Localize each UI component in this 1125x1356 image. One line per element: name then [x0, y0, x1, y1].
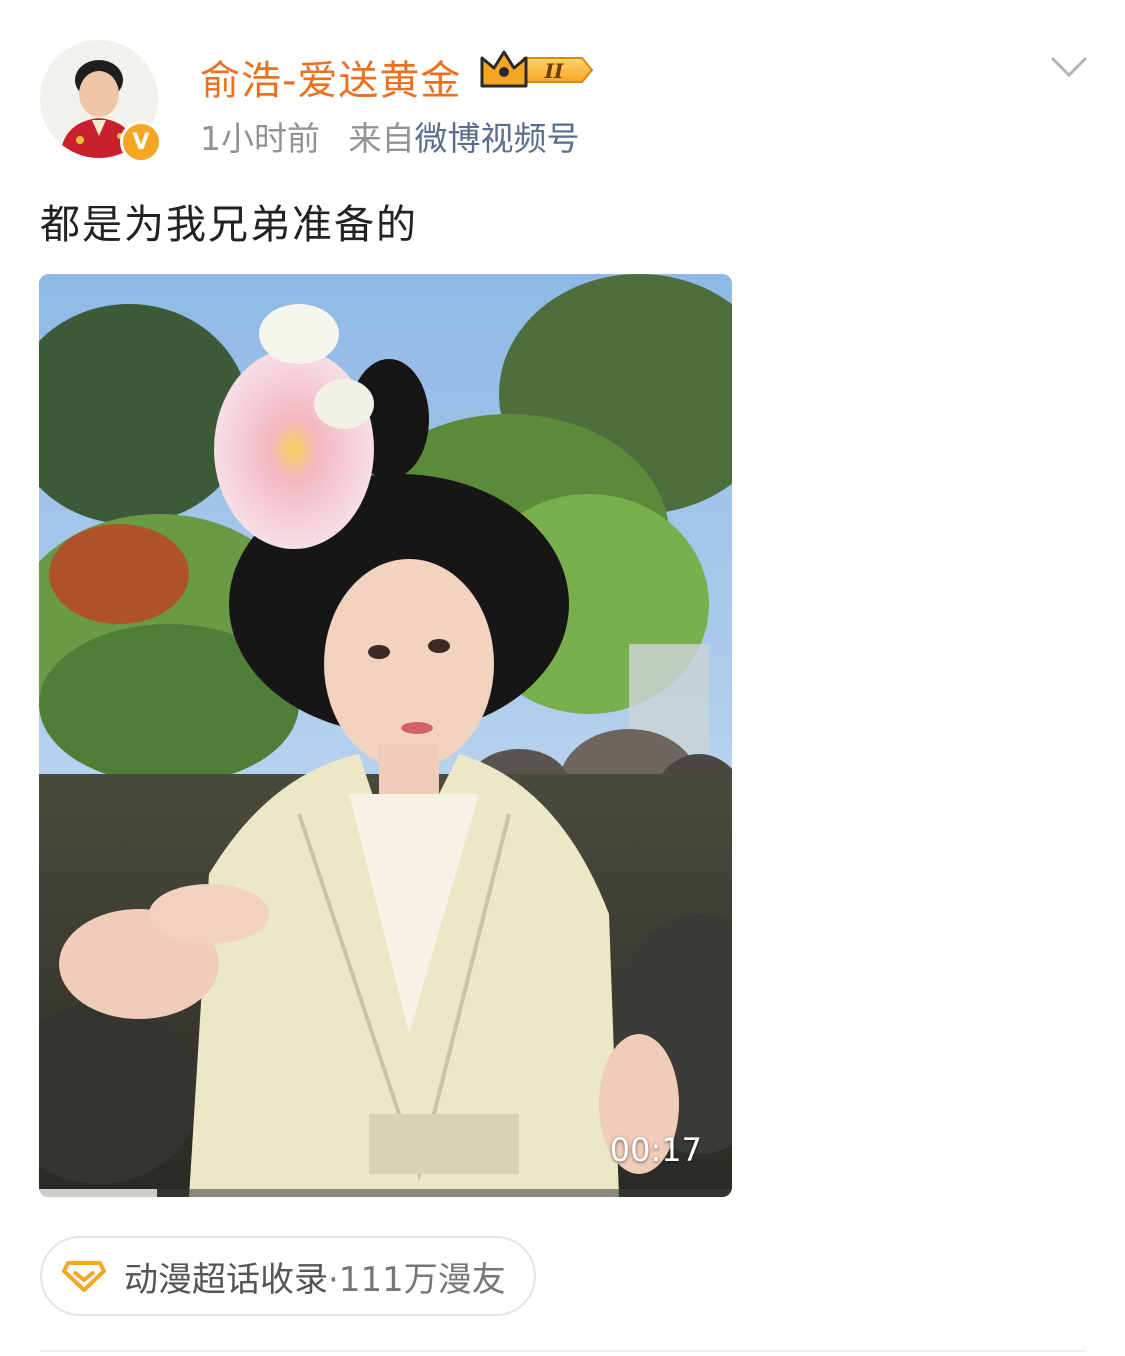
weibo-post: V 俞浩-爱送黄金 II 1小时前 来自微博视频号 都是为我兄弟准备的 00:1… — [0, 0, 1125, 1356]
video-progress-fill — [39, 1189, 157, 1197]
video-thumbnail — [39, 274, 732, 1197]
post-time: 1小时前 — [200, 119, 320, 158]
source-link[interactable]: 微博视频号 — [415, 119, 580, 158]
topic-count: ·111万漫友 — [328, 1259, 506, 1300]
source-prefix: 来自 — [348, 119, 415, 158]
video-progress-bar[interactable] — [39, 1189, 732, 1197]
divider — [40, 1350, 1085, 1352]
badge-level: II — [544, 59, 564, 83]
video-player[interactable]: 00:17 — [39, 274, 732, 1197]
diamond-icon — [62, 1261, 106, 1292]
verified-icon: V — [120, 121, 162, 163]
vip-crown-badge-icon[interactable]: II — [478, 46, 596, 94]
topic-pill[interactable]: 动漫超话收录 ·111万漫友 — [40, 1236, 536, 1316]
chevron-down-icon[interactable] — [1048, 52, 1090, 82]
post-text: 都是为我兄弟准备的 — [40, 202, 418, 248]
author-name[interactable]: 俞浩-爱送黄金 — [200, 48, 461, 106]
post-meta: 1小时前 来自微博视频号 — [200, 112, 580, 160]
topic-label: 动漫超话收录 — [124, 1259, 328, 1300]
video-duration: 00:17 — [609, 1131, 702, 1169]
